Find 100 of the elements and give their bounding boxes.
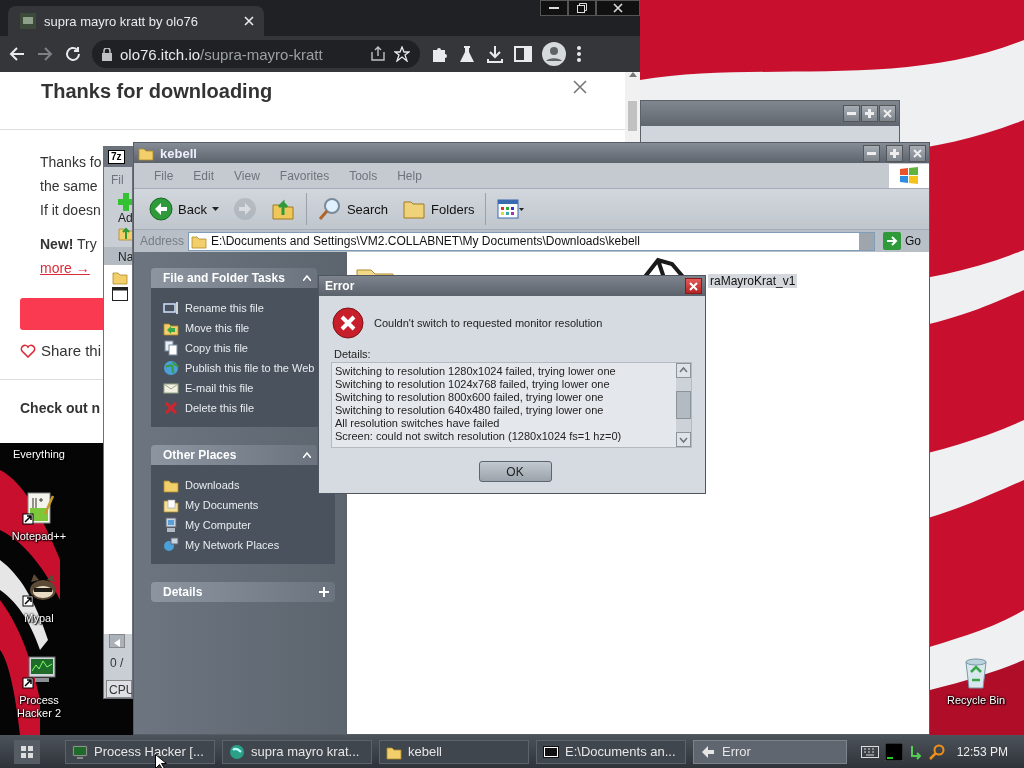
task-link[interactable]: E-mail this file <box>163 378 254 398</box>
minimize-button[interactable] <box>843 105 860 122</box>
taskbar-button[interactable]: E:\Documents an... <box>536 739 686 764</box>
forward-icon[interactable] <box>36 45 54 63</box>
keyboard-icon[interactable] <box>860 745 879 758</box>
browser-tab[interactable]: supra mayro kratt by olo76 <box>8 6 264 36</box>
task-link[interactable]: My Network Places <box>163 535 280 555</box>
restore-button[interactable] <box>568 0 596 16</box>
taskbar-button[interactable]: Error <box>693 739 847 764</box>
arrow-icon[interactable] <box>908 743 923 760</box>
download-icon[interactable] <box>486 45 504 63</box>
task-link[interactable]: Copy this file <box>163 338 248 358</box>
raccoon-icon <box>21 572 57 608</box>
scrollbar[interactable] <box>676 363 691 447</box>
folder-icon <box>191 233 208 249</box>
flask-icon[interactable] <box>458 45 476 63</box>
share-link[interactable]: Share thi <box>41 342 102 359</box>
globe-icon <box>229 743 245 760</box>
toolbar-label[interactable]: Ad <box>118 211 132 225</box>
status-text: 0 / <box>109 655 125 672</box>
taskbar-button[interactable]: supra mayro krat... <box>222 739 372 764</box>
console-icon[interactable] <box>884 742 903 761</box>
documents-folder-icon <box>163 497 179 513</box>
envelope-icon <box>163 380 179 396</box>
maximize-button[interactable] <box>886 144 903 162</box>
close-icon <box>244 16 254 26</box>
star-icon <box>394 46 410 62</box>
side-panel-icon[interactable] <box>514 45 532 63</box>
folder-icon <box>112 269 128 285</box>
task-link[interactable]: Downloads <box>163 475 240 495</box>
folder-icon <box>138 145 154 161</box>
heart-icon[interactable] <box>20 343 36 358</box>
address-field[interactable]: E:\Documents and Settings\VM2.COLLABNET\My Documents\Downloads\kebell <box>188 231 875 251</box>
details-box[interactable] <box>331 362 692 448</box>
body-text: If it doesn <box>40 201 101 220</box>
task-link[interactable]: Delete this file <box>163 398 255 418</box>
taskbar-button[interactable]: kebell <box>379 739 529 764</box>
close-button[interactable] <box>909 144 926 162</box>
minimize-button[interactable] <box>540 0 568 16</box>
caret-icon <box>211 207 219 211</box>
up-icon <box>118 225 132 241</box>
cursor-icon <box>155 754 167 768</box>
go-button[interactable]: Go <box>879 232 925 250</box>
folder-icon <box>163 477 179 493</box>
lock-icon <box>102 47 112 61</box>
search-button[interactable]: Search <box>312 195 394 223</box>
scroll-left-button[interactable] <box>109 634 125 648</box>
plus-icon <box>319 587 329 597</box>
collapse-icon <box>303 452 311 458</box>
file-name[interactable]: raMayroKrat_v1 <box>708 274 798 288</box>
error-icon <box>332 307 364 339</box>
back-icon[interactable] <box>8 45 26 63</box>
promo-text: New! Try <box>40 235 97 254</box>
minimize-button[interactable] <box>863 144 880 162</box>
task-link[interactable]: Publish this file to the Web <box>163 358 315 378</box>
start-button[interactable] <box>14 739 40 764</box>
clock[interactable]: 12:53 PM <box>956 744 1008 759</box>
rename-icon <box>163 300 179 316</box>
close-button[interactable] <box>596 0 640 16</box>
close-icon[interactable] <box>573 80 587 94</box>
scroll-left-icon <box>114 639 120 647</box>
taskbar-button[interactable]: Process Hacker [... <box>65 739 215 764</box>
panel-header[interactable]: Other Places <box>151 445 317 465</box>
back-button[interactable]: Back <box>144 195 224 223</box>
plus-icon <box>890 148 899 158</box>
computer-icon <box>163 517 179 533</box>
panel-header[interactable]: File and Folder Tasks <box>151 268 317 288</box>
monitor-icon <box>72 743 88 760</box>
close-button[interactable] <box>685 278 702 294</box>
reload-icon[interactable] <box>64 45 82 63</box>
grid-icon <box>21 745 33 758</box>
address-bar[interactable]: olo76.itch.io/supra-mayro-kratt <box>92 40 420 68</box>
details-label: Details: <box>333 347 372 360</box>
close-button[interactable] <box>879 105 896 122</box>
ok-button[interactable]: OK <box>478 461 552 482</box>
maximize-button[interactable] <box>861 105 878 122</box>
monitor-icon <box>21 654 57 690</box>
detail-line: Switching to resolution 640x480 failed, trying lower one <box>335 404 605 417</box>
flag-icon <box>898 165 920 186</box>
icon-label[interactable]: Everything <box>2 448 76 461</box>
puzzle-icon[interactable] <box>430 45 448 63</box>
collapse-icon <box>303 275 311 281</box>
copy-icon <box>163 340 179 356</box>
download-button[interactable] <box>20 298 106 330</box>
archive-icon <box>543 743 559 760</box>
detail-line: Switching to resolution 800x600 failed, trying lower one <box>335 391 605 404</box>
icon-label[interactable]: Recycle Bin <box>939 694 1013 707</box>
task-link[interactable]: My Documents <box>163 495 259 515</box>
folders-button[interactable]: Folders <box>397 195 480 223</box>
avatar-icon[interactable] <box>542 42 566 66</box>
search-icon <box>317 197 342 221</box>
window-title: kebell <box>160 145 198 161</box>
task-link[interactable]: Rename this file <box>163 298 264 318</box>
task-link[interactable]: Move this file <box>163 318 250 338</box>
add-icon <box>118 193 132 211</box>
menu-icon[interactable] <box>576 45 582 63</box>
search-icon[interactable] <box>928 743 945 760</box>
task-link[interactable]: My Computer <box>163 515 252 535</box>
minimize-icon <box>549 6 559 10</box>
more-link[interactable]: more → <box>40 256 90 280</box>
